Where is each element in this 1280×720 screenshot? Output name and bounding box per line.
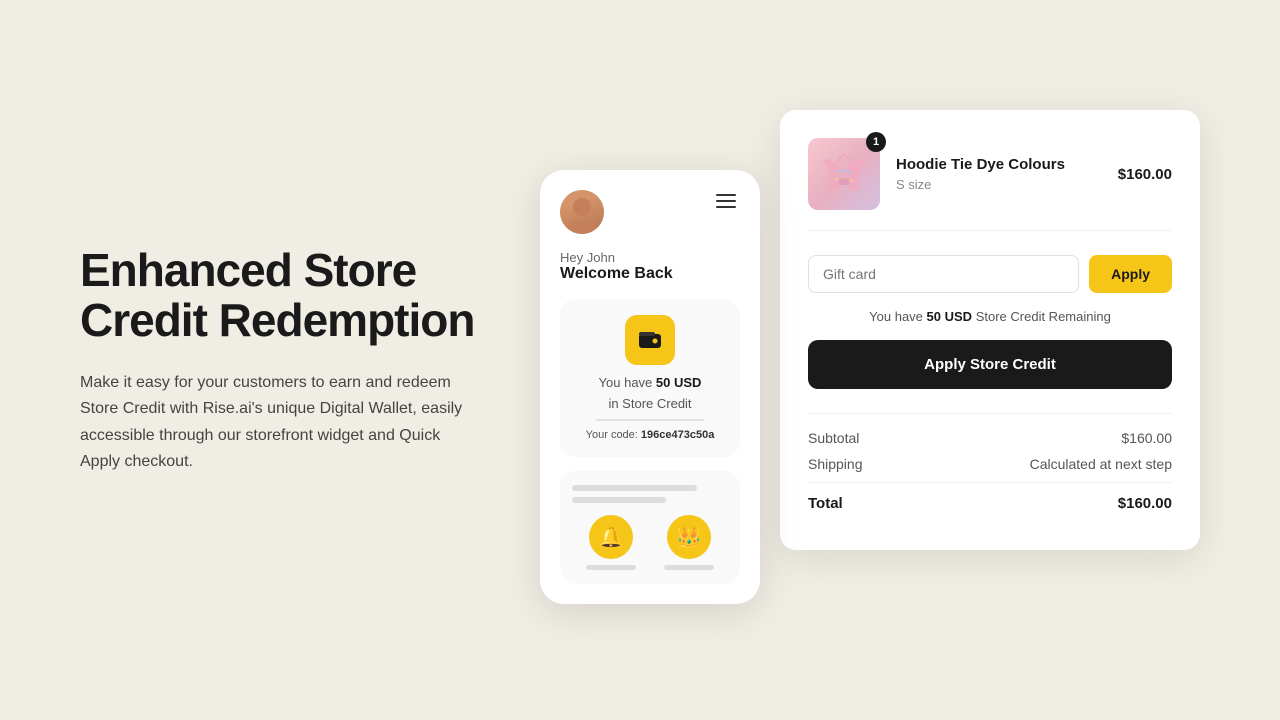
bottom-lines bbox=[572, 485, 728, 503]
total-label: Total bbox=[808, 495, 843, 512]
apply-gift-card-button[interactable]: Apply bbox=[1089, 255, 1172, 293]
credit-have-text: You have 50 USD bbox=[576, 375, 724, 390]
credit-amount: 50 USD bbox=[656, 375, 702, 390]
notification-icon-btn[interactable]: 🔔 bbox=[589, 515, 633, 559]
divider bbox=[596, 419, 704, 421]
right-section: Hey John Welcome Back You have 50 USD in… bbox=[540, 110, 1200, 610]
gift-card-input[interactable] bbox=[808, 255, 1079, 293]
notification-icon-wrap: 🔔 bbox=[586, 515, 636, 570]
code-text: Your code: 196ce473c50a bbox=[576, 429, 724, 441]
store-credit-pre: You have bbox=[869, 309, 923, 324]
crown-icon-btn[interactable]: 👑 bbox=[667, 515, 711, 559]
product-size: S size bbox=[896, 177, 1102, 192]
placeholder-line-1 bbox=[572, 485, 697, 491]
wallet-icon bbox=[637, 327, 663, 353]
avatar bbox=[560, 190, 604, 234]
subtotal-value: $160.00 bbox=[1121, 430, 1172, 446]
shipping-row: Shipping Calculated at next step bbox=[808, 456, 1172, 472]
page-wrapper: Enhanced Store Credit Redemption Make it… bbox=[0, 70, 1280, 650]
product-row: 1 bbox=[808, 138, 1172, 231]
notification-label-line bbox=[586, 565, 636, 570]
totals-section: Subtotal $160.00 Shipping Calculated at … bbox=[808, 413, 1172, 512]
product-price: $160.00 bbox=[1118, 166, 1172, 183]
credit-box: You have 50 USD in Store Credit Your cod… bbox=[560, 299, 740, 457]
subtotal-row: Subtotal $160.00 bbox=[808, 430, 1172, 446]
mobile-greeting: Hey John Welcome Back bbox=[560, 250, 740, 283]
store-credit-amount: 50 USD bbox=[927, 309, 973, 324]
headline: Enhanced Store Credit Redemption bbox=[80, 245, 480, 346]
hamburger-line-3 bbox=[716, 206, 736, 208]
shipping-value: Calculated at next step bbox=[1030, 456, 1172, 472]
greeting-welcome: Welcome Back bbox=[560, 265, 673, 282]
bottom-icons: 🔔 👑 bbox=[572, 515, 728, 570]
mobile-bottom-section: 🔔 👑 bbox=[560, 471, 740, 584]
crown-icon-wrap: 👑 bbox=[664, 515, 714, 570]
shipping-label: Shipping bbox=[808, 456, 863, 472]
store-credit-info: You have 50 USD Store Credit Remaining bbox=[808, 309, 1172, 324]
placeholder-line-2 bbox=[572, 497, 666, 503]
store-credit-post: Store Credit Remaining bbox=[976, 309, 1111, 324]
product-info: Hoodie Tie Dye Colours S size bbox=[896, 156, 1102, 192]
hamburger-menu-icon[interactable] bbox=[712, 190, 740, 212]
product-name: Hoodie Tie Dye Colours bbox=[896, 156, 1102, 173]
product-image-wrap: 1 bbox=[808, 138, 880, 210]
gift-card-row: Apply bbox=[808, 255, 1172, 293]
subtotal-label: Subtotal bbox=[808, 430, 859, 446]
left-section: Enhanced Store Credit Redemption Make it… bbox=[80, 245, 480, 476]
description: Make it easy for your customers to earn … bbox=[80, 370, 480, 476]
hamburger-line-1 bbox=[716, 194, 736, 196]
credit-suffix-text: in Store Credit bbox=[576, 396, 724, 411]
credit-icon-wrap bbox=[625, 315, 675, 365]
code-value: 196ce473c50a bbox=[641, 429, 714, 441]
mobile-widget-card: Hey John Welcome Back You have 50 USD in… bbox=[540, 170, 760, 604]
hoodie-svg bbox=[818, 148, 870, 200]
total-value: $160.00 bbox=[1118, 495, 1172, 512]
product-badge: 1 bbox=[866, 132, 886, 152]
mobile-header bbox=[560, 190, 740, 234]
greeting-hey: Hey John bbox=[560, 250, 740, 265]
total-row: Total $160.00 bbox=[808, 482, 1172, 512]
apply-store-credit-button[interactable]: Apply Store Credit bbox=[808, 340, 1172, 389]
checkout-panel: 1 bbox=[780, 110, 1200, 550]
avatar-face bbox=[560, 190, 604, 234]
crown-label-line bbox=[664, 565, 714, 570]
hamburger-line-2 bbox=[716, 200, 736, 202]
